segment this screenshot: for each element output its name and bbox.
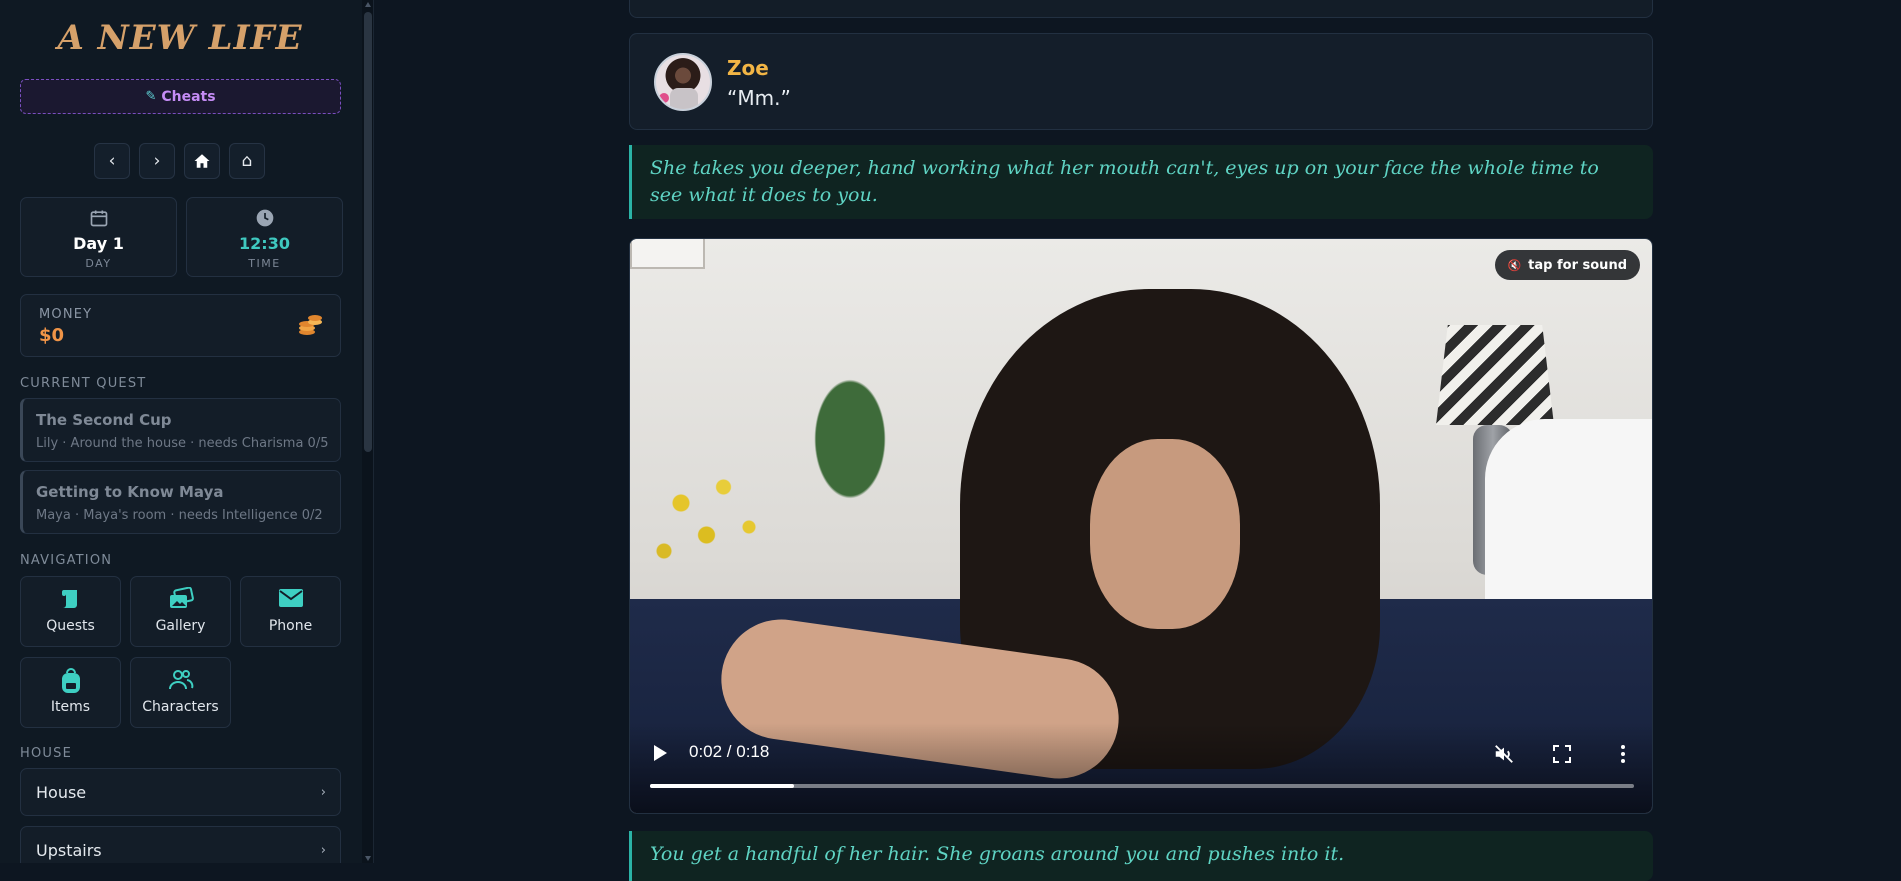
day-label: DAY <box>85 257 112 270</box>
money-value: $0 <box>39 325 65 346</box>
back-button[interactable]: ‹ <box>94 143 130 179</box>
forward-button[interactable]: › <box>139 143 175 179</box>
cheats-button[interactable]: ✎ Cheats <box>20 79 341 114</box>
location-upstairs[interactable]: Upstairs › <box>20 826 341 863</box>
house-button[interactable]: ⌂ <box>229 143 265 179</box>
quest-card[interactable]: The Second Cup Lily · Around the house ·… <box>20 398 341 462</box>
nav-tile-label: Items <box>50 699 91 715</box>
narration-text: She takes you deeper, hand working what … <box>629 145 1653 219</box>
tap-for-sound-label: tap for sound <box>1528 257 1627 273</box>
money-card: MONEY $0 <box>20 294 341 357</box>
users-icon <box>168 670 193 690</box>
more-vertical-icon <box>1621 745 1625 763</box>
fullscreen-button[interactable] <box>1550 742 1574 766</box>
images-icon <box>169 587 194 608</box>
avatar <box>654 53 712 111</box>
current-quest-heading: CURRENT QUEST <box>20 376 147 391</box>
quest-subtitle: Maya · Maya's room · needs Intelligence … <box>36 508 323 523</box>
volume-muted-icon <box>1495 745 1513 763</box>
location-house[interactable]: House › <box>20 768 341 816</box>
nav-tile-label: Quests <box>46 618 95 634</box>
nav-tile-items[interactable]: Items <box>20 657 121 728</box>
nav-tile-gallery[interactable]: Gallery <box>130 576 231 647</box>
home-button[interactable] <box>184 143 220 179</box>
dialogue-line: “Mm.” <box>727 86 791 110</box>
scroll-down-icon[interactable] <box>365 856 371 861</box>
calendar-icon <box>90 210 107 227</box>
nav-tile-label: Gallery <box>155 618 206 634</box>
sidebar: A NEW LIFE ✎ Cheats ‹ › ⌂ Day 1 DAY 12:3… <box>0 0 362 863</box>
coins-icon <box>299 315 322 335</box>
pencil-icon: ✎ <box>145 89 157 104</box>
speaker-muted-icon: 🔇 <box>1507 258 1522 272</box>
sidebar-scrollbar[interactable] <box>362 0 374 863</box>
chevron-right-icon: › <box>320 784 326 800</box>
location-label: Upstairs <box>36 840 102 860</box>
time-value: 12:30 <box>239 234 290 253</box>
nav-tile-quests[interactable]: Quests <box>20 576 121 647</box>
nav-tile-characters[interactable]: Characters <box>130 657 231 728</box>
video-progress-fill <box>650 784 794 788</box>
scroll-up-icon[interactable] <box>365 2 371 7</box>
story-panel: Zoe “Mm.” She takes you deeper, hand wor… <box>374 0 1901 881</box>
nav-tile-label: Characters <box>142 699 219 715</box>
narration-text: You get a handful of her hair. She groan… <box>629 831 1653 881</box>
navigation-heading: NAVIGATION <box>20 553 113 568</box>
nav-tile-label: Phone <box>268 618 313 634</box>
backpack-icon <box>61 668 80 693</box>
tap-for-sound-button[interactable]: 🔇 tap for sound <box>1495 250 1640 280</box>
time-card: 12:30 TIME <box>186 197 343 277</box>
app-logo: A NEW LIFE <box>57 18 303 58</box>
quest-title: The Second Cup <box>36 411 172 429</box>
quest-card[interactable]: Getting to Know Maya Maya · Maya's room … <box>20 470 341 534</box>
scrollbar-thumb[interactable] <box>364 12 372 452</box>
history-nav: ‹ › ⌂ <box>94 143 265 179</box>
time-label: TIME <box>248 257 281 270</box>
house-heading: HOUSE <box>20 746 72 761</box>
clock-icon <box>256 209 273 227</box>
envelope-icon <box>278 589 303 607</box>
play-button[interactable] <box>642 735 678 771</box>
video-player[interactable]: 🔇 tap for sound 0:02 / 0:18 <box>629 238 1653 814</box>
mute-button[interactable] <box>1492 742 1516 766</box>
speaker-name: Zoe <box>727 56 769 80</box>
more-options-button[interactable] <box>1611 742 1635 766</box>
previous-card <box>629 0 1653 18</box>
quest-subtitle: Lily · Around the house · needs Charisma… <box>36 436 329 451</box>
scroll-icon <box>61 590 77 608</box>
day-value: Day 1 <box>73 234 124 253</box>
play-icon <box>654 745 667 761</box>
day-card: Day 1 DAY <box>20 197 177 277</box>
video-time: 0:02 / 0:18 <box>689 742 770 761</box>
quest-title: Getting to Know Maya <box>36 483 224 501</box>
video-progress-bar[interactable] <box>650 784 1634 788</box>
nav-tile-phone[interactable]: Phone <box>240 576 341 647</box>
dialogue-card: Zoe “Mm.” <box>629 33 1653 130</box>
cheats-label: Cheats <box>161 88 216 105</box>
home-filled-icon <box>194 154 210 168</box>
money-label: MONEY <box>39 307 93 322</box>
location-label: House <box>36 782 87 802</box>
fullscreen-icon <box>1553 745 1571 763</box>
chevron-right-icon: › <box>320 842 326 858</box>
